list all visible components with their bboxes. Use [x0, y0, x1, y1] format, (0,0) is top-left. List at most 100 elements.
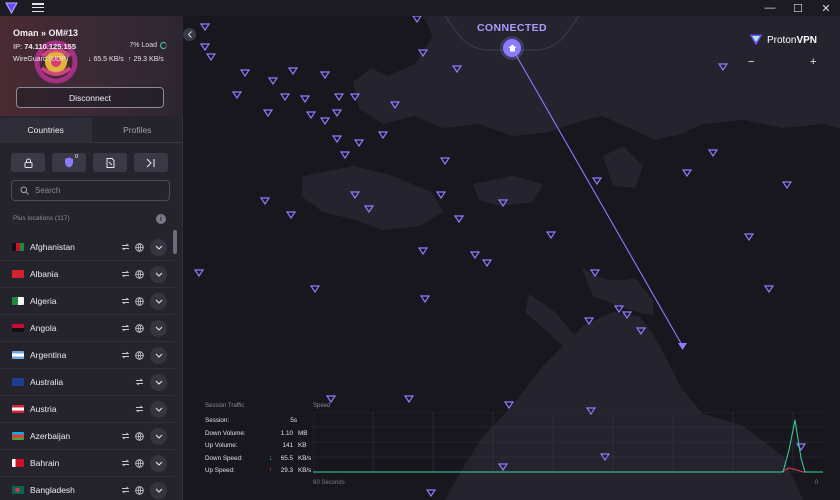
expand-chevron-icon[interactable]: [150, 292, 167, 310]
country-row-angola[interactable]: Angola: [0, 315, 174, 342]
connection-status: CONNECTED: [476, 22, 548, 34]
country-row-afghanistan[interactable]: Afghanistan: [0, 234, 174, 261]
p2p-icon: [134, 404, 144, 414]
flag-bahrain-icon: [12, 459, 24, 467]
country-name: Bahrain: [30, 458, 60, 468]
server-load: 7% Load: [129, 42, 167, 49]
country-row-bahrain[interactable]: Bahrain: [0, 450, 174, 477]
connection-panel: Oman » OM#13 IP: 74.110.125.155 7% Load …: [0, 16, 183, 116]
p2p-icon: [120, 485, 130, 495]
country-row-bangladesh[interactable]: Bangladesh: [0, 477, 174, 500]
expand-chevron-icon[interactable]: [150, 481, 167, 499]
minimize-button[interactable]: —: [756, 0, 784, 16]
chevron-left-icon: [187, 31, 192, 38]
proton-vpn-window: — ☐ ✕ Oman » OM#13 IP: 74.110.125.155 7%…: [0, 0, 840, 500]
expand-chevron-icon[interactable]: [150, 238, 167, 256]
document-icon: [106, 157, 114, 168]
country-row-albania[interactable]: Albania: [0, 261, 174, 288]
stat-session: Session: 5s: [205, 417, 297, 424]
netshield-badge: 0: [74, 154, 78, 160]
flag-australia-icon: [12, 378, 24, 386]
globe-icon: [134, 242, 144, 252]
globe-icon: [134, 485, 144, 495]
search-icon: [20, 186, 29, 195]
globe-icon: [134, 269, 144, 279]
country-row-azerbaijan[interactable]: Azerbaijan: [0, 423, 174, 450]
expand-chevron-icon[interactable]: [150, 427, 167, 445]
stat-up-volume: Up Volume: 141 KB: [205, 442, 307, 449]
search-box: [11, 180, 170, 201]
feature-toolbar: 0: [11, 153, 170, 172]
hamburger-menu-icon[interactable]: [31, 1, 45, 14]
secure-core-button[interactable]: [11, 153, 45, 172]
country-row-australia[interactable]: Australia: [0, 369, 174, 396]
flag-austria-icon: [12, 405, 24, 413]
close-button[interactable]: ✕: [812, 0, 840, 16]
flag-azerbaijan-icon: [12, 432, 24, 440]
country-row-argentina[interactable]: Argentina: [0, 342, 174, 369]
stat-down-speed: Down Speed: ↓ 65.5 KB/s: [205, 455, 312, 462]
graph-x-end: 0: [815, 480, 819, 486]
protocol-label: WireGuard (UDP): [13, 56, 69, 63]
maximize-button[interactable]: ☐: [784, 0, 812, 16]
zoom-in-button[interactable]: +: [810, 56, 816, 68]
killswitch-button[interactable]: [93, 153, 127, 172]
expand-chevron-icon[interactable]: [150, 400, 167, 418]
country-name: Algeria: [30, 296, 57, 306]
country-row-algeria[interactable]: Algeria: [0, 288, 174, 315]
sidebar: Oman » OM#13 IP: 74.110.125.155 7% Load …: [0, 16, 183, 500]
sidebar-scrollbar[interactable]: [173, 230, 177, 254]
country-name: Austria: [30, 404, 57, 414]
country-name: Azerbaijan: [30, 431, 71, 441]
flag-argentina-icon: [12, 351, 24, 359]
p2p-icon: [120, 242, 130, 252]
down-arrow-icon: ↓: [269, 455, 273, 462]
country-name: Bangladesh: [30, 485, 75, 495]
split-tunnel-icon: [146, 158, 155, 167]
expand-chevron-icon[interactable]: [150, 346, 167, 364]
search-input[interactable]: [35, 186, 155, 195]
session-traffic-panel: Session Traffic Speed Session: 5s Down V…: [200, 400, 830, 492]
lock-icon: [24, 158, 32, 168]
country-name: Albania: [30, 269, 59, 279]
flag-albania-icon: [12, 270, 24, 278]
netshield-button[interactable]: 0: [52, 153, 86, 172]
p2p-icon: [120, 431, 130, 441]
expand-chevron-icon[interactable]: [150, 265, 167, 283]
globe-icon: [134, 350, 144, 360]
plus-locations-header: Plus locations (117): [13, 215, 70, 222]
zoom-out-button[interactable]: −: [748, 56, 754, 68]
window-controls: — ☐ ✕: [756, 0, 840, 16]
shield-icon: [65, 157, 73, 168]
home-location-pin[interactable]: [503, 39, 521, 57]
session-traffic-title: Session Traffic: [205, 403, 245, 409]
expand-chevron-icon[interactable]: [150, 454, 167, 472]
up-speed-line: [313, 467, 823, 473]
tab-countries[interactable]: Countries: [0, 118, 92, 143]
expand-chevron-icon[interactable]: [150, 373, 167, 391]
sidebar-tabs: Countries Profiles: [0, 118, 183, 143]
globe-icon: [134, 323, 144, 333]
up-arrow-icon: ↑: [269, 467, 273, 474]
globe-icon: [134, 458, 144, 468]
info-icon[interactable]: i: [156, 214, 166, 224]
split-tunneling-button[interactable]: [134, 153, 168, 172]
ip-address: IP: 74.110.125.155: [13, 42, 76, 51]
country-row-austria[interactable]: Austria: [0, 396, 174, 423]
proton-vpn-brand: ProtonVPN: [749, 34, 817, 46]
stat-down-volume: Down Volume: 1.10 MB: [205, 430, 308, 437]
country-name: Argentina: [30, 350, 67, 360]
p2p-icon: [120, 269, 130, 279]
p2p-icon: [120, 350, 130, 360]
graph-x-start: 60 Seconds: [313, 480, 345, 486]
speed-graph: [313, 412, 823, 473]
disconnect-button[interactable]: Disconnect: [16, 87, 164, 108]
collapse-sidebar-button[interactable]: [183, 28, 196, 41]
expand-chevron-icon[interactable]: [150, 319, 167, 337]
load-ring-icon: [160, 42, 167, 49]
proton-logo-icon: [5, 2, 18, 14]
tab-profiles[interactable]: Profiles: [91, 118, 183, 143]
upload-speed: ↑ 29.3 KB/s: [128, 56, 164, 63]
p2p-icon: [120, 323, 130, 333]
flag-bangladesh-icon: [12, 486, 24, 494]
